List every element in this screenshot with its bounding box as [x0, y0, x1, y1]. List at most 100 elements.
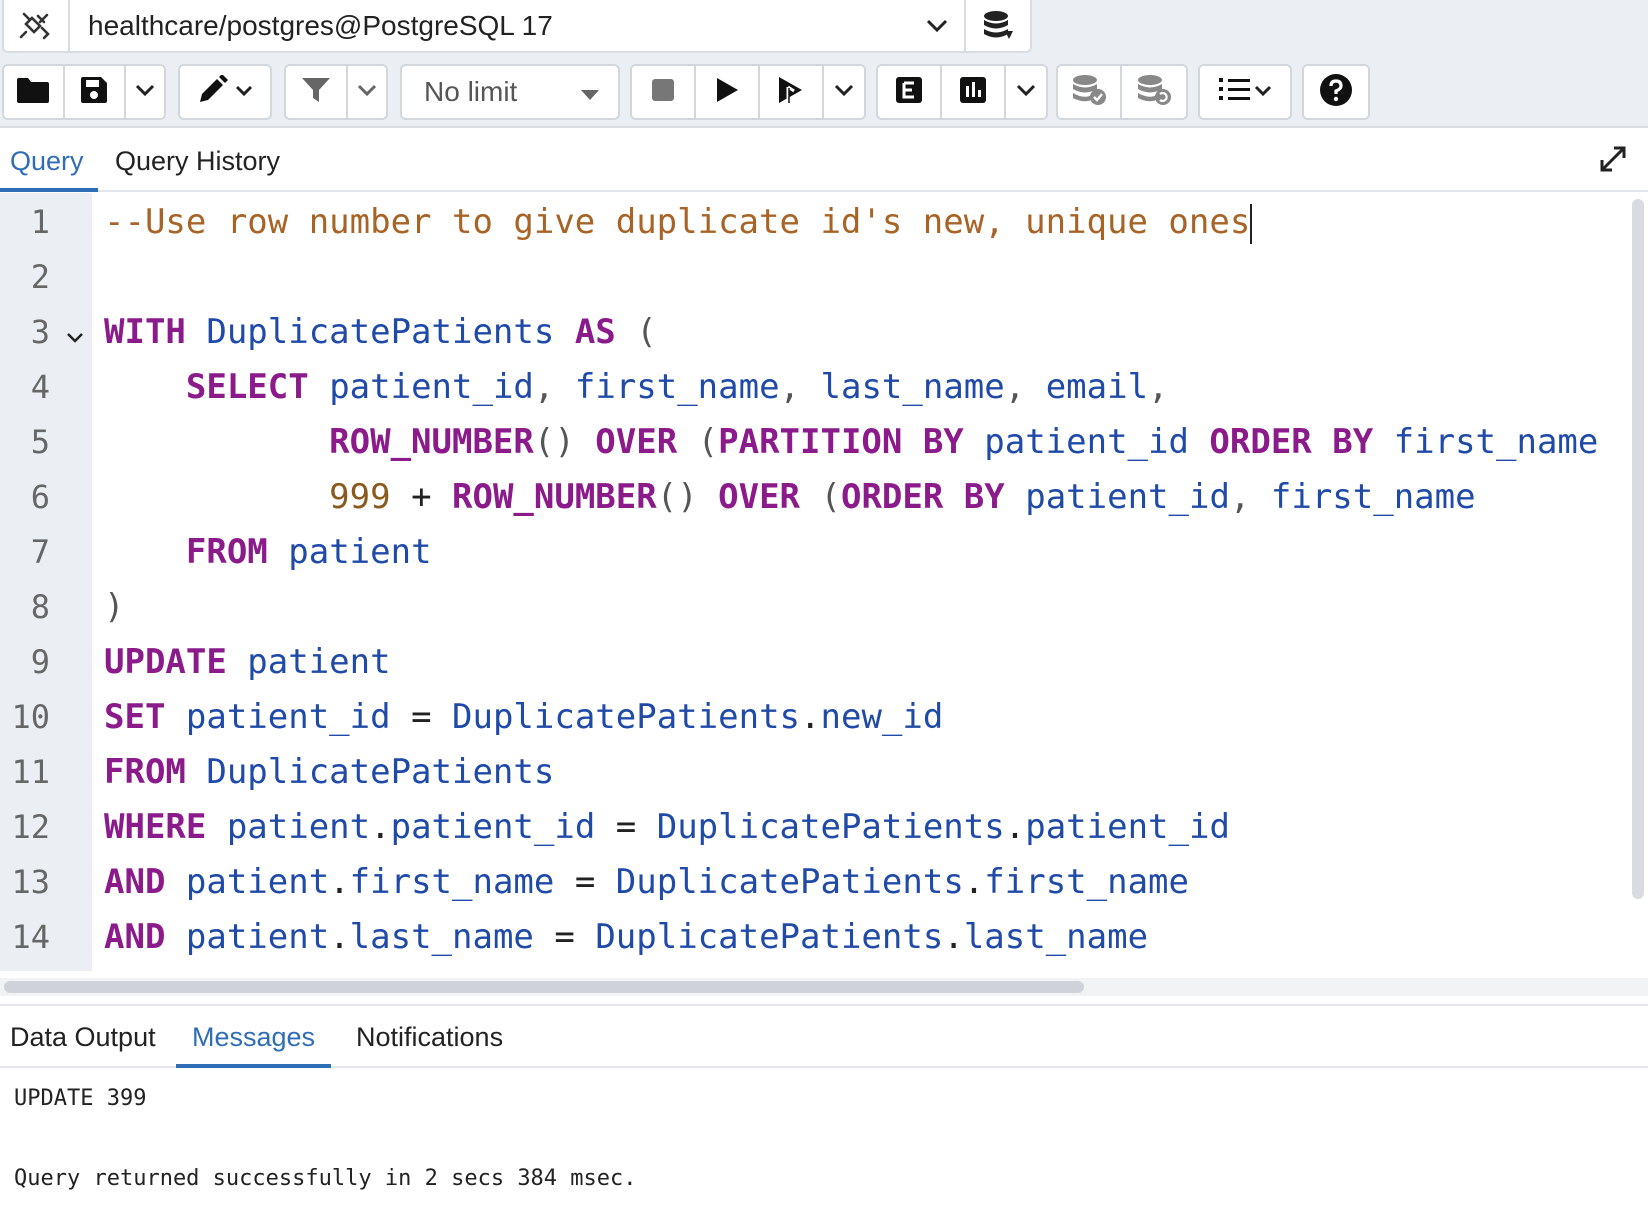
- sql-editor[interactable]: 1 2 3 4 5 6 7 8 9 10 11 12 13 14 --Use r…: [0, 193, 1648, 971]
- code-line[interactable]: SELECT patient_id, first_name, last_name…: [104, 360, 1169, 415]
- message-update-count: UPDATE 399: [14, 1086, 147, 1111]
- rollback-button[interactable]: [1122, 66, 1186, 118]
- connection-bar: healthcare/postgres@PostgreSQL 17: [0, 0, 1648, 56]
- code-token: first_name: [1373, 422, 1599, 462]
- filter-icon: [301, 76, 331, 109]
- code-line[interactable]: WHERE patient.patient_id = DuplicatePati…: [104, 800, 1230, 855]
- execute-options-dropdown[interactable]: [824, 66, 864, 118]
- code-line[interactable]: 999 + ROW_NUMBER() OVER (ORDER BY patien…: [104, 470, 1476, 525]
- code-token: (: [800, 477, 841, 517]
- horizontal-scrollbar[interactable]: [0, 978, 1648, 996]
- stop-query-button[interactable]: [632, 66, 696, 118]
- code-token: .: [329, 917, 350, 957]
- code-token: OVER: [595, 422, 678, 462]
- code-token: patient: [165, 862, 330, 902]
- code-token: SET: [104, 697, 166, 737]
- code-token: --Use row number to give duplicate id's …: [104, 202, 1251, 242]
- code-token: .: [963, 862, 985, 902]
- filter-options-dropdown[interactable]: [347, 66, 386, 118]
- code-token: patient_id: [1025, 807, 1230, 847]
- tab-messages[interactable]: Messages: [176, 1006, 332, 1068]
- chevron-down-icon: [135, 83, 155, 101]
- chevron-down-icon: [235, 83, 253, 101]
- code-line[interactable]: UPDATE patient: [104, 635, 391, 690]
- code-token: DuplicatePatients: [636, 807, 1005, 847]
- edit-menu-button[interactable]: [180, 66, 270, 118]
- code-line[interactable]: --Use row number to give duplicate id's …: [104, 195, 1253, 250]
- code-token: 999: [329, 477, 391, 517]
- save-file-button[interactable]: [64, 66, 126, 118]
- horizontal-scrollbar-thumb[interactable]: [4, 981, 1084, 993]
- filter-button[interactable]: [286, 66, 348, 118]
- message-query-status: Query returned successfully in 2 secs 38…: [14, 1166, 637, 1191]
- row-limit-value: No limit: [424, 76, 518, 107]
- explain-button[interactable]: [878, 66, 942, 118]
- code-line[interactable]: FROM patient: [104, 525, 432, 580]
- row-limit-select[interactable]: No limit: [400, 64, 620, 120]
- code-token: first_name: [984, 862, 1189, 902]
- play-cursor-icon: [776, 75, 806, 110]
- plug-disconnected-icon[interactable]: [4, 0, 70, 51]
- new-connection-database-icon[interactable]: [966, 0, 1030, 51]
- vertical-scrollbar[interactable]: [1628, 199, 1648, 899]
- code-token: ORDER BY: [1209, 422, 1374, 462]
- commit-button[interactable]: [1058, 66, 1122, 118]
- connection-label[interactable]: healthcare/postgres@PostgreSQL 17: [70, 10, 910, 42]
- execute-line-button[interactable]: [760, 66, 824, 118]
- code-line[interactable]: AND patient.last_name = DuplicatePatient…: [104, 910, 1148, 965]
- code-token: last_name: [349, 917, 555, 957]
- line-number: 4: [30, 368, 50, 406]
- code-token: first_name: [1250, 477, 1476, 517]
- explain-options-dropdown[interactable]: [1006, 66, 1046, 118]
- code-token: first_name: [349, 862, 575, 902]
- caret-down-icon: [580, 76, 600, 108]
- code-line[interactable]: AND patient.first_name = DuplicatePatien…: [104, 855, 1189, 910]
- code-token: ROW_NUMBER: [329, 422, 534, 462]
- tab-query[interactable]: Query: [0, 130, 98, 192]
- code-token: WITH: [104, 312, 186, 352]
- code-line[interactable]: FROM DuplicatePatients: [104, 745, 554, 800]
- macros-button[interactable]: [1200, 66, 1290, 118]
- code-line[interactable]: SET patient_id = DuplicatePatients.new_i…: [104, 690, 943, 745]
- chevron-down-icon[interactable]: [910, 0, 966, 51]
- code-token: ,: [1148, 367, 1169, 407]
- tab-data-output[interactable]: Data Output: [10, 1006, 156, 1068]
- code-line[interactable]: WITH DuplicatePatients AS (: [104, 305, 657, 360]
- transaction-button-group: [1056, 64, 1188, 120]
- tab-query-history[interactable]: Query History: [115, 130, 280, 192]
- code-area[interactable]: --Use row number to give duplicate id's …: [104, 193, 1626, 971]
- maximize-icon[interactable]: [1598, 144, 1628, 179]
- code-token: ORDER BY: [840, 477, 1005, 517]
- code-line[interactable]: ROW_NUMBER() OVER (PARTITION BY patient_…: [104, 415, 1598, 470]
- code-token: ,: [1229, 477, 1251, 517]
- code-token: new_id: [820, 697, 944, 737]
- code-token: SELECT: [185, 367, 309, 407]
- code-token: =: [411, 697, 432, 737]
- code-token: ,: [533, 367, 555, 407]
- messages-panel: UPDATE 399 Query returned successfully i…: [0, 1070, 1648, 1224]
- help-button[interactable]: [1304, 66, 1368, 118]
- line-number: 5: [30, 423, 50, 461]
- explain-analyze-button[interactable]: [942, 66, 1006, 118]
- execute-script-button[interactable]: [696, 66, 760, 118]
- save-options-dropdown[interactable]: [125, 66, 164, 118]
- explain-e-icon: [895, 76, 923, 109]
- fold-chevron-icon[interactable]: [66, 331, 84, 349]
- code-line[interactable]: ): [104, 580, 124, 635]
- explain-button-group: [876, 64, 1048, 120]
- connection-selector[interactable]: healthcare/postgres@PostgreSQL 17: [2, 0, 1032, 53]
- vertical-scrollbar-thumb[interactable]: [1632, 199, 1644, 899]
- line-number-gutter: 1 2 3 4 5 6 7 8 9 10 11 12 13 14: [0, 193, 92, 971]
- open-file-button[interactable]: [4, 66, 65, 118]
- query-toolbar: No limit: [0, 56, 1648, 128]
- code-token: =: [574, 862, 596, 902]
- stop-icon: [651, 78, 675, 107]
- tab-notifications[interactable]: Notifications: [356, 1006, 503, 1068]
- code-token: patient: [226, 642, 391, 682]
- code-token: AS: [574, 312, 616, 352]
- line-number: 11: [11, 753, 50, 791]
- code-token: DuplicatePatients: [185, 312, 575, 352]
- code-token: patient_id: [165, 697, 412, 737]
